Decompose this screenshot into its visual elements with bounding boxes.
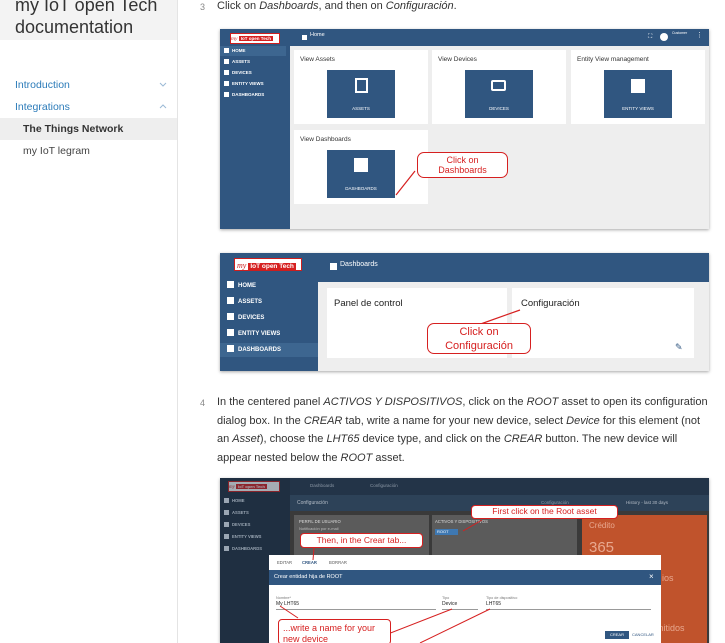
- site-title-line-1: my IoT open Tech: [15, 0, 158, 15]
- callout-click-configuracion: Click on Configuración: [427, 323, 531, 354]
- callout-crear-tab: Then, in the Crear tab...: [300, 533, 423, 548]
- callout-first-click-root: First click on the Root asset: [471, 505, 618, 519]
- chevron-up-icon[interactable]: [157, 96, 169, 118]
- sidebar-nav: Introduction Integrations The Things Net…: [0, 74, 177, 162]
- site-title-text: my IoT open Tech documentation: [15, 0, 157, 38]
- sidebar-item-label: Introduction: [15, 79, 70, 91]
- screenshot-home: Home ⛶ Customer ⋮ my IoT open Tech HOME …: [220, 29, 709, 229]
- step-4: 4 In the centered panel ACTIVOS Y DISPOS…: [200, 393, 720, 468]
- step-number: 4: [200, 398, 206, 408]
- sidebar-item-introduction[interactable]: Introduction: [0, 74, 177, 96]
- step-text: In the centered panel ACTIVOS Y DISPOSIT…: [217, 396, 708, 464]
- callout-write-name: ...write a name for your new device: [278, 619, 391, 643]
- sidebar-item-label: Integrations: [15, 101, 70, 113]
- step-text: Click on Dashboards, and then on Configu…: [217, 0, 457, 12]
- screenshot-configuracion: my IoT open Tech HOME ASSETS DEVICES ENT…: [220, 478, 709, 643]
- callout-click-dashboards: Click on Dashboards: [417, 152, 508, 178]
- site-title[interactable]: my IoT open Tech documentation: [0, 0, 177, 40]
- sidebar: my IoT open Tech documentation Introduct…: [0, 0, 178, 643]
- sidebar-subitem-the-things-network[interactable]: The Things Network: [0, 118, 177, 140]
- site-title-line-2: documentation: [15, 17, 134, 37]
- screenshot-dashboards: my IoT open Tech HOME ASSETS DEVICES ENT…: [220, 253, 709, 371]
- step-3: 3 Click on Dashboards, and then on Confi…: [200, 0, 720, 15]
- sidebar-subitem-label: The Things Network: [23, 123, 124, 135]
- callout-arrow: [395, 170, 416, 196]
- sidebar-subitem-label: my IoT legram: [23, 145, 90, 157]
- chevron-down-icon[interactable]: [157, 74, 169, 96]
- step-number: 3: [200, 2, 206, 12]
- sidebar-subitem-my-iot-legram[interactable]: my IoT legram: [0, 140, 177, 162]
- sidebar-item-integrations[interactable]: Integrations: [0, 96, 177, 118]
